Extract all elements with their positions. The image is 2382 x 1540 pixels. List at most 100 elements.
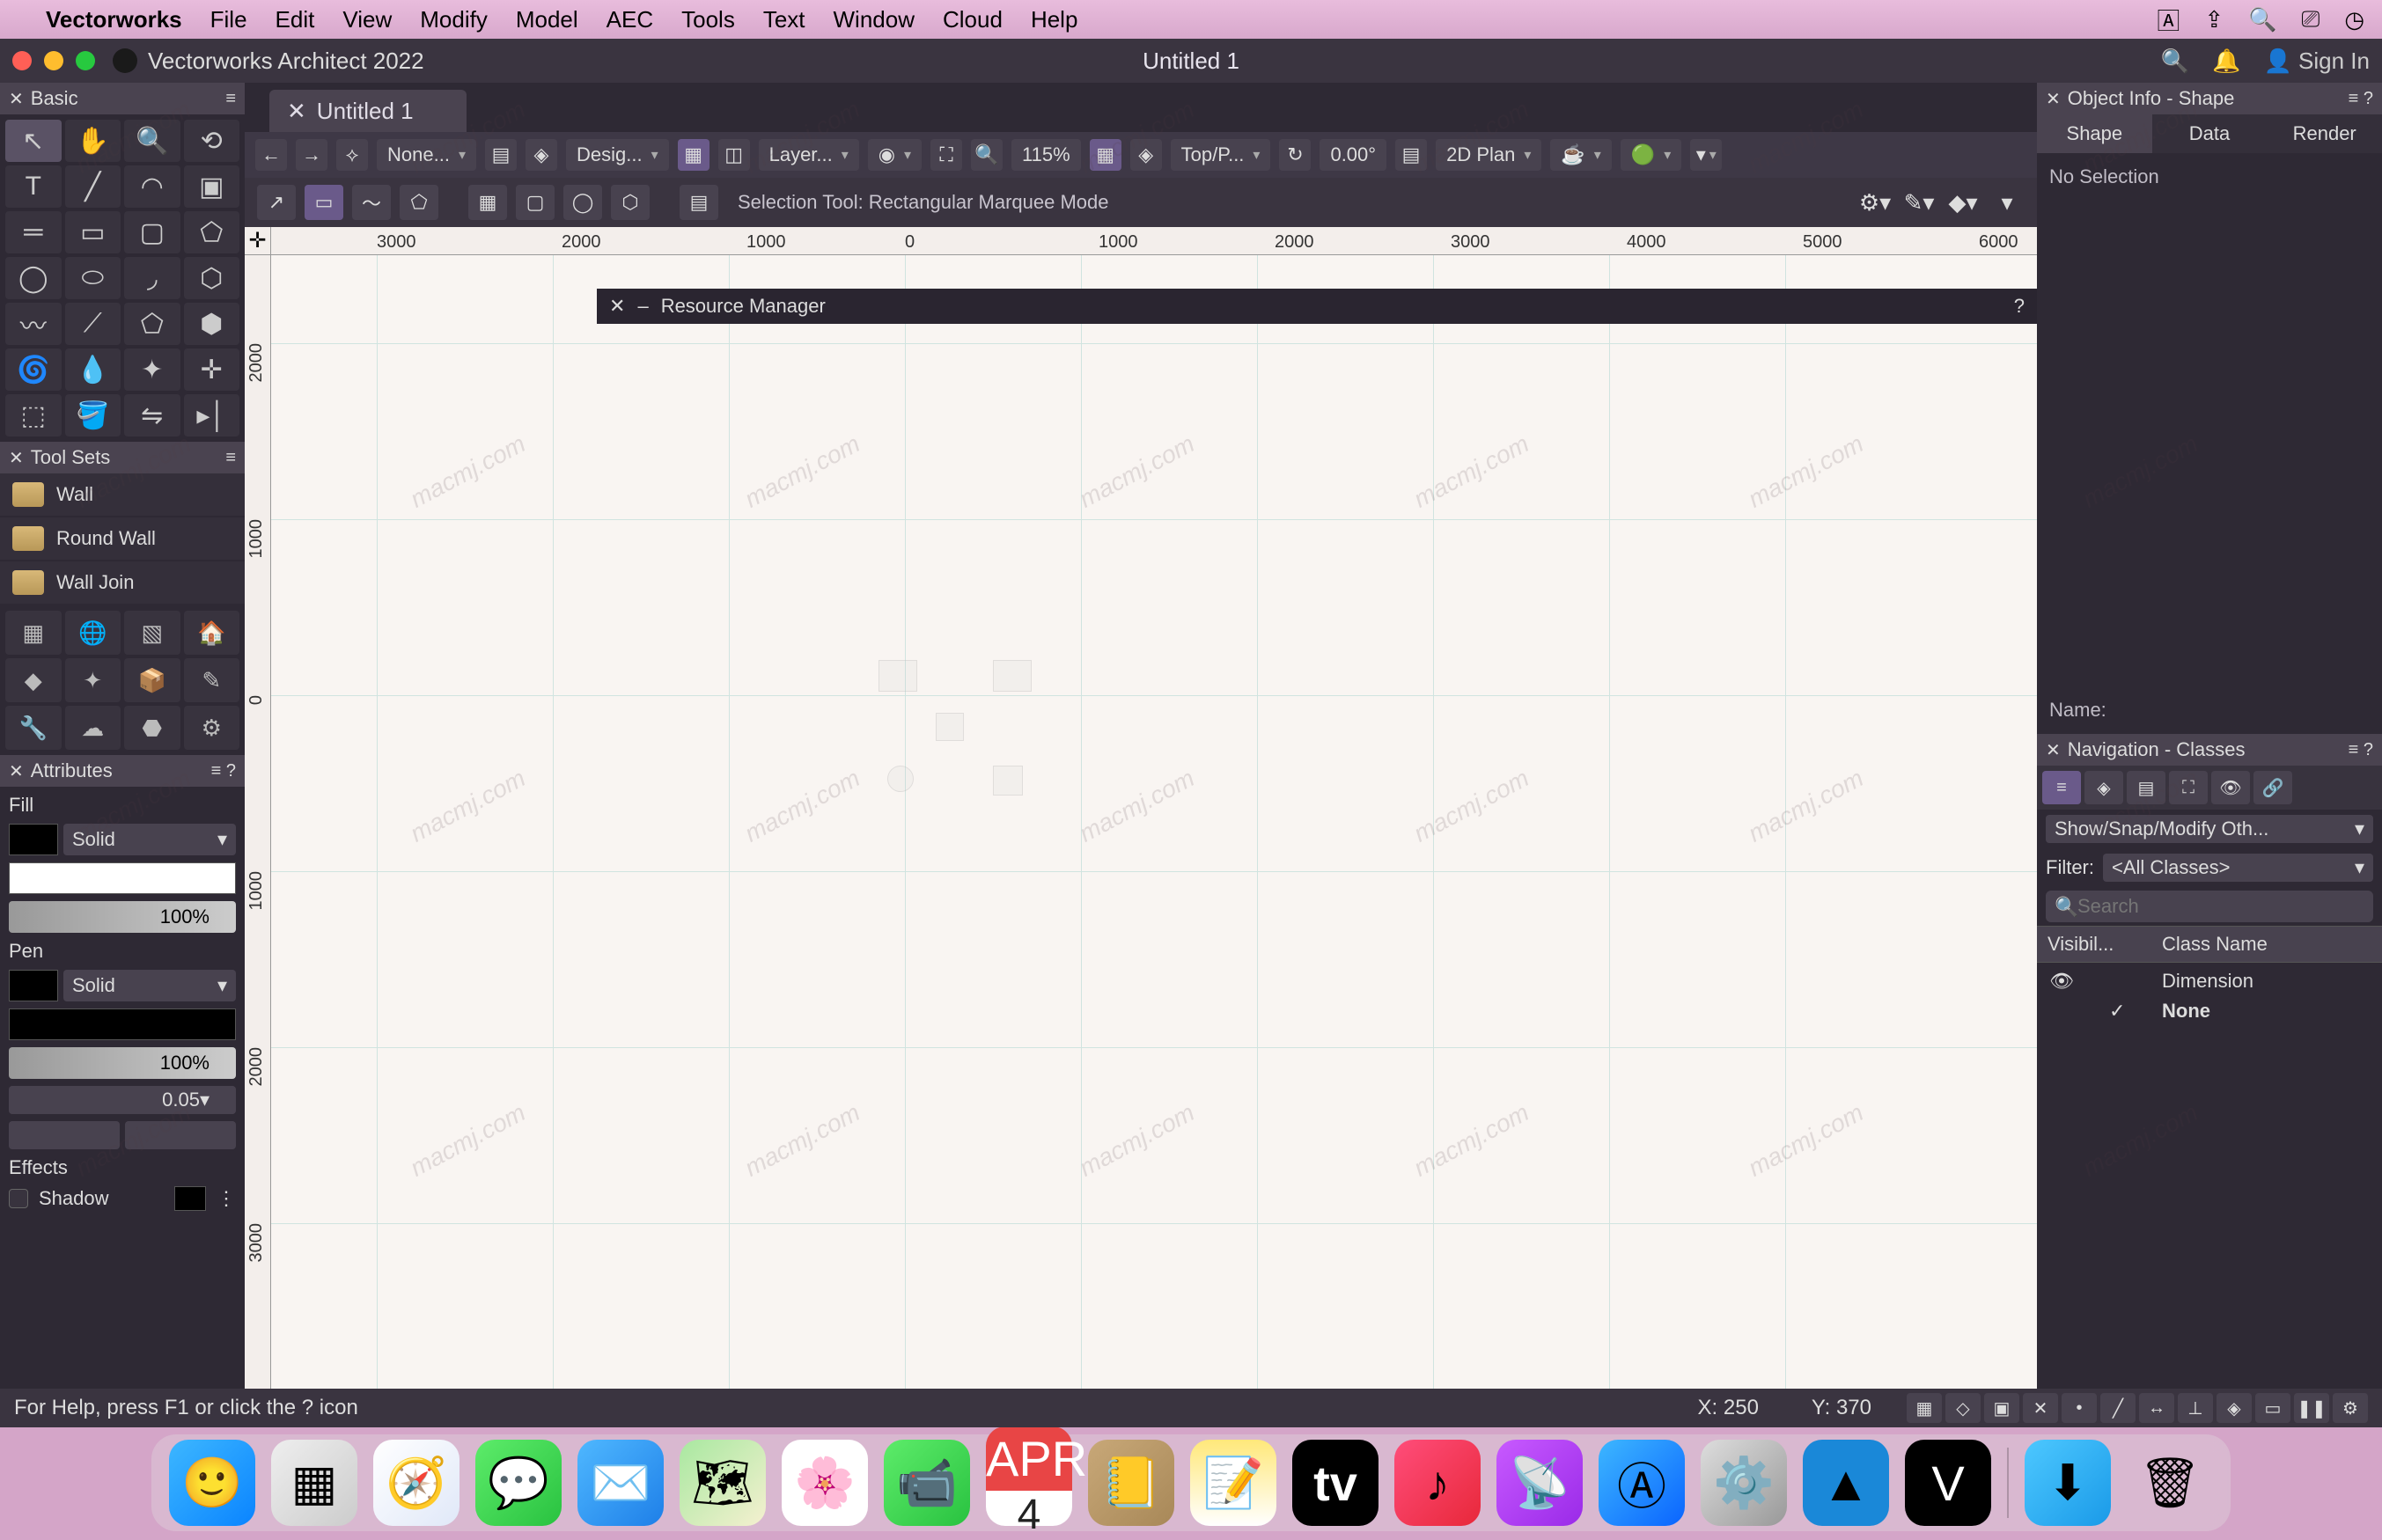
nav-table-header[interactable]: Visibil... Class Name xyxy=(2037,926,2382,963)
pushpull-tool[interactable]: ▣ xyxy=(184,165,240,208)
viewbar-menu-icon[interactable]: ▾ xyxy=(1690,139,1722,171)
zoom-tool[interactable]: 🔍 xyxy=(124,120,180,162)
nav-saved-views-tab[interactable]: 👁 xyxy=(2211,771,2250,804)
saved-views-icon[interactable]: ⟡ xyxy=(336,139,368,171)
render-dropdown-icon[interactable]: ▤ xyxy=(1395,139,1427,171)
data-viz-dropdown[interactable]: 🟢 xyxy=(1621,139,1681,171)
close-icon[interactable]: ✕ xyxy=(9,760,24,782)
snap-smart-edge-icon[interactable]: ╱ xyxy=(2100,1393,2136,1423)
zoom-window-button[interactable] xyxy=(76,51,95,70)
locus-tool[interactable]: ✛ xyxy=(184,348,240,391)
toolsets-palette-header[interactable]: ✕ Tool Sets ≡ xyxy=(0,442,245,473)
control-center-icon[interactable]: ⎚ xyxy=(2302,5,2320,33)
nav-viewports-tab[interactable]: ⛶ xyxy=(2169,771,2208,804)
multiview-icon[interactable]: ◈ xyxy=(1130,139,1162,171)
snap-object-icon[interactable]: ◇ xyxy=(1945,1393,1981,1423)
drawing-object[interactable] xyxy=(887,766,914,792)
toolset-icon[interactable]: ✎ xyxy=(184,658,240,702)
menu-edit[interactable]: Edit xyxy=(276,6,315,33)
ruler-origin[interactable]: ✛ xyxy=(245,227,271,255)
search-icon[interactable]: 🔍 xyxy=(2161,48,2189,75)
menu-model[interactable]: Model xyxy=(516,6,578,33)
toolset-icon[interactable]: ▧ xyxy=(124,611,180,655)
minimize-window-button[interactable] xyxy=(44,51,63,70)
layer-options-dropdown[interactable]: Layer... xyxy=(759,139,859,171)
working-plane-icon[interactable]: ◫ xyxy=(718,139,750,171)
help-icon[interactable]: ? xyxy=(2014,295,2025,318)
menu-tools[interactable]: Tools xyxy=(681,6,735,33)
fit-page-icon[interactable]: ⛶ xyxy=(930,139,962,171)
dock-contacts[interactable]: 📒 xyxy=(1088,1440,1174,1526)
col-class-name[interactable]: Class Name xyxy=(2151,933,2382,956)
nav-row[interactable]: ✓ None xyxy=(2037,996,2382,1026)
mode-poly[interactable]: ⬠ xyxy=(400,185,438,220)
line-weight-field[interactable]: 0.05 ▾ xyxy=(9,1086,236,1114)
toolset-icon[interactable]: 🏠 xyxy=(184,611,240,655)
dock-music[interactable]: ♪ xyxy=(1394,1440,1481,1526)
symbol-insert-tool[interactable]: ⬚ xyxy=(5,394,62,436)
dock-maps[interactable]: 🗺 xyxy=(680,1440,766,1526)
dock-facetime[interactable]: 📹 xyxy=(884,1440,970,1526)
menu-cloud[interactable]: Cloud xyxy=(943,6,1003,33)
pan-tool[interactable]: ✋ xyxy=(65,120,121,162)
zoom-field[interactable]: 115% xyxy=(1011,139,1081,171)
smart-options-icon[interactable]: ✎▾ xyxy=(1901,185,1937,220)
close-window-button[interactable] xyxy=(12,51,32,70)
toolset-icon[interactable]: ✦ xyxy=(65,658,121,702)
toolset-icon[interactable]: 📦 xyxy=(124,658,180,702)
drawing-surface[interactable] xyxy=(271,255,2037,1427)
col-visibility[interactable]: Visibil... xyxy=(2037,933,2151,956)
mode-prefs[interactable]: ▤ xyxy=(680,185,718,220)
fill-color-swatch[interactable] xyxy=(9,862,236,894)
toolset-icon[interactable]: 🔧 xyxy=(5,706,62,750)
spotlight-icon[interactable]: 🔍 xyxy=(2248,6,2276,33)
renderworks-dropdown[interactable]: ☕ xyxy=(1550,139,1611,171)
line-end-marker[interactable] xyxy=(125,1121,236,1149)
toolset-icon[interactable]: ▦ xyxy=(5,611,62,655)
dock-downloads[interactable]: ⬇ xyxy=(2025,1440,2111,1526)
attributes-palette-header[interactable]: ✕ Attributes ≡ ? xyxy=(0,755,245,787)
input-source-icon[interactable]: 🄰 xyxy=(2157,4,2180,36)
visibility-eye-icon[interactable]: 👁 xyxy=(2049,970,2074,993)
collapse-icon[interactable]: – xyxy=(637,295,648,318)
drawing-object[interactable] xyxy=(993,766,1023,796)
line-tool[interactable]: ╱ xyxy=(65,165,121,208)
nav-fwd-button[interactable]: → xyxy=(296,139,327,171)
mode-poly2[interactable]: ⬡ xyxy=(611,185,650,220)
fill-opacity-field[interactable]: 100% xyxy=(9,901,236,933)
render-mode-dropdown[interactable]: 2D Plan xyxy=(1436,139,1541,171)
star-tool[interactable]: ✦ xyxy=(124,348,180,391)
nav-back-button[interactable]: ← xyxy=(255,139,287,171)
pen-opacity-field[interactable]: 100% xyxy=(9,1047,236,1079)
line-start-marker[interactable] xyxy=(9,1121,120,1149)
snap-distance-icon[interactable]: ↔ xyxy=(2139,1393,2174,1423)
menu-file[interactable]: File xyxy=(210,6,247,33)
pen-fore-swatch[interactable] xyxy=(9,970,58,1001)
mirror-tool[interactable]: ⇋ xyxy=(124,394,180,436)
double-polygon-tool[interactable]: ⬠ xyxy=(124,303,180,345)
nav-row[interactable]: 👁 Dimension xyxy=(2037,966,2382,996)
palette-menu-icon[interactable]: ≡ ? xyxy=(211,761,236,781)
snap-working-plane-icon[interactable]: ▭ xyxy=(2255,1393,2290,1423)
toolset-icon[interactable]: ⚙ xyxy=(184,706,240,750)
shadow-options-icon[interactable]: ⋮ xyxy=(217,1187,236,1210)
snap-smart-point-icon[interactable]: • xyxy=(2062,1393,2097,1423)
tab-shape[interactable]: Shape xyxy=(2037,114,2152,153)
nav-classes-tab[interactable]: ≡ xyxy=(2042,771,2081,804)
ruler-vertical[interactable]: 2000 1000 0 1000 2000 3000 xyxy=(245,255,271,1427)
tab-render[interactable]: Render xyxy=(2267,114,2382,153)
oip-header[interactable]: ✕ Object Info - Shape ≡ ? xyxy=(2037,83,2382,114)
rotate-plan-icon[interactable]: ↻ xyxy=(1279,139,1311,171)
arc-tool[interactable]: ◠ xyxy=(124,165,180,208)
quick-prefs-icon[interactable]: ⚙▾ xyxy=(1857,185,1893,220)
drawing-object[interactable] xyxy=(993,660,1032,692)
toolset-icon[interactable]: 🌐 xyxy=(65,611,121,655)
palette-menu-icon[interactable]: ≡ xyxy=(225,448,236,468)
close-icon[interactable]: ✕ xyxy=(609,295,625,318)
close-icon[interactable]: ✕ xyxy=(9,447,24,469)
layer-stack-icon[interactable]: ◈ xyxy=(526,139,557,171)
toolset-icon[interactable]: ☁ xyxy=(65,706,121,750)
dock-podcasts[interactable]: 📡 xyxy=(1496,1440,1583,1526)
rounded-rect-tool[interactable]: ▢ xyxy=(124,211,180,253)
document-tab[interactable]: ✕Untitled 1 xyxy=(269,90,467,132)
